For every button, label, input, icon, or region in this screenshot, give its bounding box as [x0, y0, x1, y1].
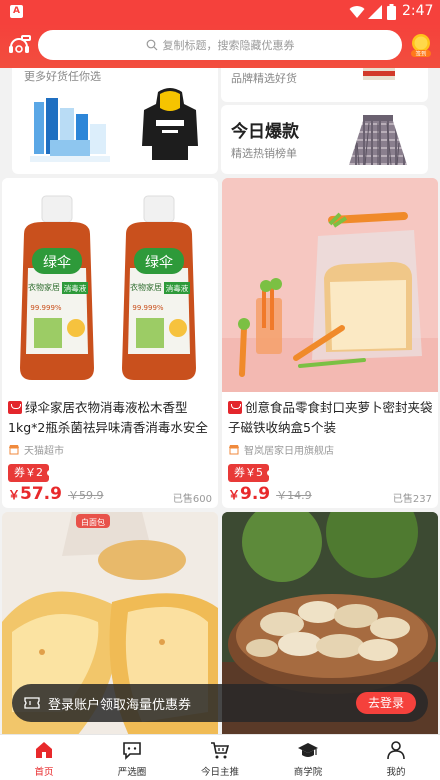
- hoodie-image: [142, 88, 198, 160]
- product-card[interactable]: 创意食品零食封口夹萝卜密封夹袋子磁铁收纳盒5个装 智岚居家日用旗舰店 券￥5 ￥…: [222, 178, 438, 508]
- product-title: 绿伞家居衣物消毒液松木香型1kg*2瓶杀菌祛异味清香消毒水安全: [8, 398, 214, 438]
- tin-can-image: [363, 68, 395, 80]
- original-price: ￥14.9: [276, 489, 312, 502]
- home-icon: [36, 742, 52, 758]
- cell-signal-icon: [368, 5, 382, 19]
- login-button[interactable]: 去登录: [356, 692, 416, 714]
- original-price: ￥59.9: [67, 489, 104, 502]
- pastry-package-label: 白面包: [81, 517, 105, 527]
- tab-label: 我的: [386, 767, 406, 778]
- header: 复制标题，搜索隐藏优惠券 签到: [0, 24, 440, 68]
- bread-clips-image: [222, 178, 438, 392]
- coupon-ticket-icon: [24, 697, 40, 709]
- bottle-brand-text: 绿伞: [145, 254, 173, 271]
- shop-name: 天猫超市: [24, 446, 64, 457]
- coupon-badge: 券￥2: [8, 464, 53, 482]
- tmall-icon: [228, 401, 242, 414]
- disinfectant-bottles-image: 绿伞 衣物家居 消毒液 99.999% 绿伞 衣物家居 消毒液 99.999%: [20, 195, 196, 380]
- battery-icon: [387, 4, 396, 20]
- wifi-icon: [349, 6, 365, 18]
- product-shop: 智岚居家日用旗舰店: [228, 442, 334, 457]
- tab-label: 首页: [34, 767, 54, 778]
- tab-label: 严选圈: [117, 767, 147, 778]
- search-placeholder: 复制标题，搜索隐藏优惠券: [162, 39, 295, 52]
- tab-daily-picks[interactable]: 今日主推: [176, 735, 264, 780]
- chat-icon: [123, 742, 141, 760]
- current-price: 9.9: [240, 484, 271, 504]
- status-time: 2:47: [402, 3, 434, 19]
- bottle-brand-text: 绿伞: [43, 254, 71, 271]
- featured-left-subtitle: 更多好货任你选: [24, 70, 101, 83]
- cosmetics-image: [30, 98, 110, 162]
- shop-name: 智岚居家日用旗舰店: [244, 446, 334, 457]
- graduation-cap-icon: [298, 743, 318, 757]
- coin-label: 签到: [415, 50, 426, 58]
- search-icon: [146, 39, 157, 51]
- tab-selection-circle[interactable]: 严选圈: [88, 735, 176, 780]
- login-prompt-banner: 登录账户领取海量优惠券 去登录: [12, 684, 428, 722]
- bottle-type-text: 衣物家居: [28, 282, 60, 292]
- tab-mine[interactable]: 我的: [352, 735, 440, 780]
- sold-count: 已售237: [392, 494, 432, 505]
- tab-business-school[interactable]: 商学院: [264, 735, 352, 780]
- bottle-rate-text: 99.999%: [30, 304, 61, 312]
- currency-symbol: ￥: [8, 488, 21, 502]
- person-icon: [387, 741, 405, 760]
- coupon-badge: 券￥5: [228, 464, 273, 482]
- tab-label: 今日主推: [200, 767, 239, 778]
- login-prompt-text: 登录账户领取海量优惠券: [48, 698, 192, 713]
- product-image: [222, 178, 438, 392]
- sign-in-coin-icon[interactable]: 签到: [408, 32, 434, 58]
- featured-card-brand[interactable]: 品牌精选好货: [221, 68, 428, 102]
- tmall-icon: [8, 401, 22, 414]
- product-shop: 天猫超市: [8, 442, 64, 457]
- currency-symbol: ￥: [228, 488, 241, 502]
- bottle-product-text: 消毒液: [64, 283, 87, 293]
- shop-icon: [9, 445, 19, 455]
- cart-icon: [211, 742, 230, 759]
- shop-icon: [229, 445, 239, 455]
- sold-count: 已售600: [172, 494, 212, 505]
- bottom-tab-bar: 首页 严选圈 今日主推 商学院 我的: [0, 734, 440, 780]
- featured-panel: 更多好货任你选 品牌精选好货 今日爆款 精选热销榜单: [0, 68, 440, 176]
- app-notification-icon: A: [10, 5, 23, 18]
- customer-service-icon[interactable]: [6, 32, 32, 58]
- price-row: ￥9.9 ￥14.9 已售237: [228, 484, 434, 505]
- plaid-skirt-image: [349, 115, 407, 166]
- product-title-text: 创意食品零食封口夹萝卜密封夹袋子磁铁收纳盒5个装: [228, 400, 433, 435]
- product-title-text: 绿伞家居衣物消毒液松木香型1kg*2瓶杀菌祛异味清香消毒水安全: [8, 400, 208, 435]
- tab-home[interactable]: 首页: [0, 735, 88, 780]
- featured-card-hot[interactable]: 今日爆款 精选热销榜单: [221, 105, 428, 174]
- tab-label: 商学院: [293, 767, 323, 778]
- bottle-type-text: 衣物家居: [130, 282, 162, 292]
- price-row: ￥57.9 ￥59.9 已售600: [8, 484, 214, 505]
- product-card[interactable]: 绿伞 衣物家居 消毒液 99.999% 绿伞 衣物家居 消毒液 99.999%: [2, 178, 218, 508]
- bottle-product-text: 消毒液: [166, 283, 189, 293]
- product-title: 创意食品零食封口夹萝卜密封夹袋子磁铁收纳盒5个装: [228, 398, 434, 438]
- product-image: 绿伞 衣物家居 消毒液 99.999% 绿伞 衣物家居 消毒液 99.999%: [2, 178, 218, 392]
- status-bar: A 2:47: [0, 0, 440, 24]
- featured-hot-title: 今日爆款: [231, 122, 299, 142]
- bottle-rate-text: 99.999%: [132, 304, 163, 312]
- current-price: 57.9: [20, 484, 62, 504]
- featured-brand-subtitle: 品牌精选好货: [231, 72, 297, 85]
- featured-card-left[interactable]: 更多好货任你选: [12, 68, 218, 174]
- search-bar[interactable]: 复制标题，搜索隐藏优惠券: [38, 30, 402, 60]
- featured-hot-subtitle: 精选热销榜单: [231, 147, 297, 160]
